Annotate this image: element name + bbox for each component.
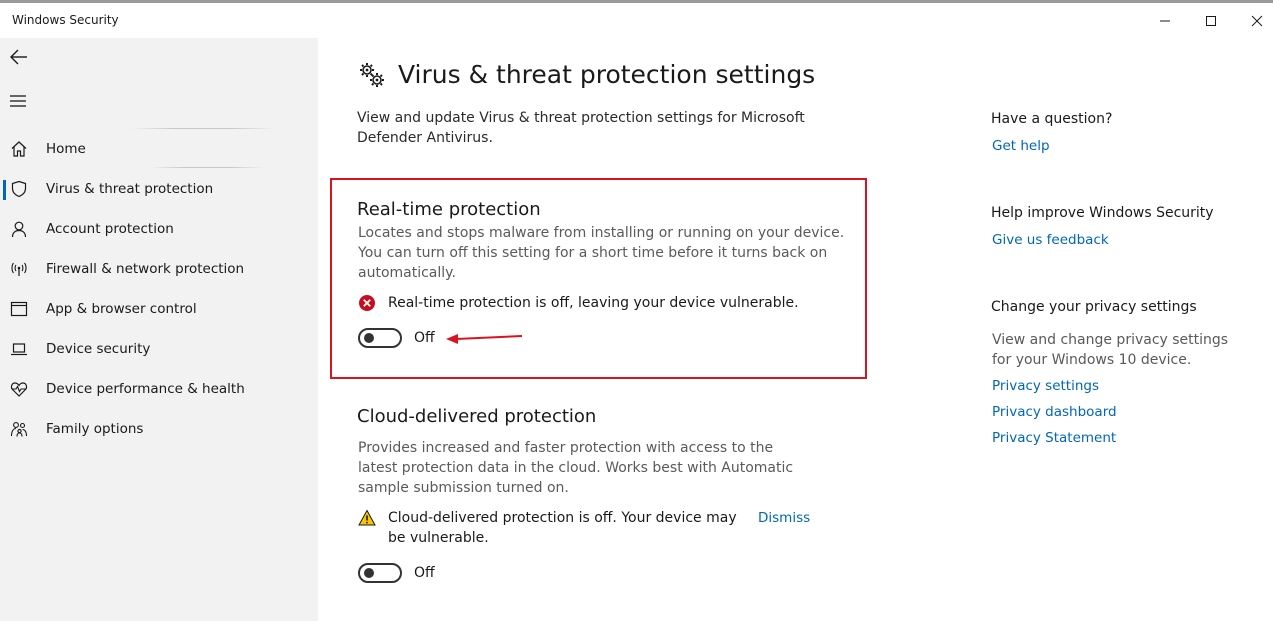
- windows-security-window: Windows Security Home Virus & threat pro…: [0, 0, 1273, 621]
- privacy-heading: Change your privacy settings: [991, 299, 1197, 315]
- back-arrow-icon: [10, 49, 27, 65]
- realtime-protection-toggle[interactable]: [358, 328, 402, 348]
- window-icon: [10, 301, 28, 317]
- sidebar: Home Virus & threat protection Account p…: [0, 38, 318, 621]
- sidebar-item-label: Virus & threat protection: [46, 181, 214, 197]
- maximize-icon: [1206, 16, 1216, 26]
- gears-icon: [360, 62, 384, 87]
- title-bar: Windows Security: [0, 0, 1273, 38]
- menu-button[interactable]: [9, 93, 27, 107]
- minimize-icon: [1160, 20, 1170, 22]
- page-header: Virus & threat protection settings: [358, 60, 815, 89]
- person-icon: [11, 221, 27, 238]
- annotation-arrow-icon: [446, 334, 523, 344]
- close-button[interactable]: [1234, 6, 1273, 36]
- realtime-protection-title: Real-time protection: [357, 199, 541, 220]
- cloud-protection-toggle[interactable]: [358, 563, 402, 583]
- sidebar-item-app-browser-control[interactable]: App & browser control: [0, 290, 318, 328]
- laptop-icon: [11, 343, 27, 356]
- sidebar-item-firewall-network-protection[interactable]: Firewall & network protection: [0, 250, 318, 288]
- cloud-protection-description: Provides increased and faster protection…: [358, 440, 794, 496]
- sidebar-item-label: Family options: [46, 421, 144, 437]
- privacy-dashboard-link[interactable]: Privacy dashboard: [992, 404, 1117, 420]
- shield-icon: [11, 180, 27, 198]
- realtime-toggle-label: Off: [414, 330, 435, 346]
- privacy-description: View and change privacy settings for you…: [992, 332, 1229, 368]
- sidebar-item-device-performance-health[interactable]: Device performance & health: [0, 370, 318, 408]
- realtime-toggle-row: Off: [358, 328, 435, 348]
- sidebar-item-family-options[interactable]: Family options: [0, 410, 318, 448]
- help-improve-heading: Help improve Windows Security: [991, 205, 1214, 221]
- sidebar-item-device-security[interactable]: Device security: [0, 330, 318, 368]
- toggle-knob: [364, 568, 374, 578]
- sidebar-item-label: Firewall & network protection: [46, 261, 245, 277]
- family-icon: [10, 422, 28, 437]
- get-help-link[interactable]: Get help: [992, 138, 1050, 154]
- cloud-protection-title: Cloud-delivered protection: [357, 406, 597, 427]
- sidebar-item-label: Home: [46, 141, 86, 157]
- give-feedback-link[interactable]: Give us feedback: [992, 232, 1109, 248]
- heartbeat-icon: [10, 382, 28, 397]
- cloud-status-text: Cloud-delivered protection is off. Your …: [388, 510, 737, 546]
- close-icon: [1251, 15, 1263, 27]
- sidebar-item-home[interactable]: Home: [0, 130, 318, 168]
- dismiss-link[interactable]: Dismiss: [758, 508, 810, 528]
- sidebar-item-account-protection[interactable]: Account protection: [0, 210, 318, 248]
- hamburger-icon: [10, 95, 26, 107]
- cloud-status-message: Cloud-delivered protection is off. Your …: [358, 508, 810, 548]
- sidebar-item-virus-threat-protection[interactable]: Virus & threat protection: [0, 170, 318, 208]
- sidebar-item-label: Account protection: [46, 221, 174, 237]
- realtime-status-text: Real-time protection is off, leaving you…: [388, 295, 799, 311]
- sidebar-item-label: App & browser control: [46, 301, 197, 317]
- realtime-protection-description: Locates and stops malware from installin…: [358, 225, 845, 281]
- page-title: Virus & threat protection settings: [398, 60, 816, 89]
- have-question-heading: Have a question?: [991, 111, 1113, 127]
- privacy-statement-link[interactable]: Privacy Statement: [992, 430, 1116, 446]
- realtime-status-message: Real-time protection is off, leaving you…: [358, 293, 799, 313]
- window-title: Windows Security: [12, 13, 119, 27]
- back-button[interactable]: [8, 47, 30, 67]
- page-description: View and update Virus & threat protectio…: [357, 110, 805, 146]
- privacy-settings-link[interactable]: Privacy settings: [992, 378, 1099, 394]
- error-icon: [359, 295, 375, 311]
- antenna-icon: [11, 262, 27, 276]
- minimize-button[interactable]: [1142, 6, 1188, 36]
- home-icon: [11, 141, 27, 157]
- toggle-knob: [364, 333, 374, 343]
- maximize-button[interactable]: [1188, 6, 1234, 36]
- sidebar-item-label: Device security: [46, 341, 151, 357]
- nav-separator: [130, 128, 275, 129]
- cloud-toggle-label: Off: [414, 565, 435, 581]
- sidebar-item-label: Device performance & health: [46, 381, 245, 397]
- cloud-toggle-row: Off: [358, 563, 435, 583]
- warning-icon: [358, 509, 376, 526]
